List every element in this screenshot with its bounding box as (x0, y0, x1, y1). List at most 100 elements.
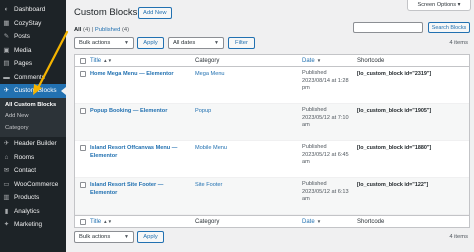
shortcode-column-header: Shortcode (357, 57, 385, 64)
sidebar-item-marketing[interactable]: ✦ Marketing (0, 218, 66, 232)
date-status: Published (302, 181, 327, 187)
sidebar-item-dashboard[interactable]: ◐ Dashboard (0, 3, 66, 17)
block-title-link[interactable]: Home Mega Menu — Elementor (90, 70, 195, 78)
row-checkbox[interactable] (79, 182, 86, 188)
chevron-down-icon: ▼ (124, 234, 129, 240)
shortcode-column-footer: Shortcode (357, 218, 385, 225)
marketing-icon: ✦ (3, 221, 10, 229)
sidebar-item-label: Dashboard (14, 6, 46, 14)
block-title-link[interactable]: Popup Booking — Elementor (90, 107, 195, 115)
sort-icon: ▲▼ (103, 57, 113, 63)
screen-options-button[interactable]: Screen Options ▾ (407, 0, 471, 11)
select-all-checkbox-footer[interactable] (79, 218, 86, 225)
sidebar-item-label: Contact (14, 167, 37, 175)
sidebar-item-label: Analytics (14, 207, 40, 215)
submenu-all-custom-blocks[interactable]: All Custom Blocks (0, 100, 66, 112)
comments-icon: ▬ (3, 73, 10, 81)
category-link[interactable]: Popup (195, 107, 302, 115)
filter-button[interactable]: Filter (228, 37, 255, 49)
search-input[interactable] (353, 22, 423, 33)
sidebar-item-woocommerce[interactable]: ▭ WooCommerce (0, 178, 66, 192)
sidebar-item-media[interactable]: ▣ Media (0, 44, 66, 58)
rooms-icon: ⌂ (4, 153, 9, 161)
sidebar-item-pages[interactable]: ▤ Pages (0, 57, 66, 71)
apply-button-bottom[interactable]: Apply (137, 231, 164, 243)
items-count-bottom: 4 items (449, 234, 468, 240)
sidebar-item-contact[interactable]: ✉ Contact (0, 164, 66, 178)
sidebar-item-header-builder[interactable]: ✈ Header Builder (0, 137, 66, 151)
date-column-footer[interactable]: Date (302, 219, 315, 225)
status-filter-links: All (4) | Published (4) (74, 27, 129, 33)
filter-published-count: (4) (121, 27, 130, 33)
custom-blocks-submenu: All Custom Blocks Add New Category (0, 97, 66, 137)
bulk-actions-select-bottom[interactable]: Bulk actions ▼ (74, 231, 134, 243)
sidebar-item-analytics[interactable]: ▮ Analytics (0, 205, 66, 219)
chevron-down-icon: ▼ (124, 40, 129, 46)
block-title-link[interactable]: Island Resort Site Footer — Elementor (90, 181, 195, 197)
row-checkbox[interactable] (79, 108, 86, 114)
sidebar-item-label: WooCommerce (14, 180, 59, 188)
date-column-header[interactable]: Date (302, 58, 315, 64)
sidebar-item-rooms[interactable]: ⌂ Rooms (0, 151, 66, 165)
date-status: Published (302, 107, 327, 113)
category-column-header: Category (195, 57, 220, 64)
date-filter-select[interactable]: All dates ▼ (168, 37, 224, 49)
date-filter-value: All dates (173, 40, 196, 46)
title-column-header[interactable]: Title (90, 58, 101, 64)
table-row: Popup Booking — Elementor Popup Published 2… (75, 104, 469, 141)
bulk-actions-select[interactable]: Bulk actions ▼ (74, 37, 134, 49)
sidebar-item-label: Posts (14, 33, 30, 41)
pages-icon: ▤ (3, 60, 10, 68)
category-column-footer: Category (195, 218, 220, 225)
date-value: 2023/08/14 at 1:28 pm (302, 77, 349, 92)
contact-icon: ✉ (3, 167, 10, 175)
header-builder-icon: ✈ (3, 140, 10, 148)
sort-down-icon: ▼ (316, 57, 322, 63)
sidebar-item-label: Comments (14, 73, 45, 81)
bulk-actions-value: Bulk actions (79, 234, 111, 240)
add-new-button[interactable]: Add New (138, 7, 172, 19)
filter-all-link[interactable]: All (74, 27, 81, 33)
sidebar-item-custom-blocks[interactable]: ✈ Custom Blocks (0, 84, 66, 98)
media-icon: ▣ (3, 46, 10, 54)
bulk-actions-value: Bulk actions (79, 40, 111, 46)
sidebar-item-posts[interactable]: ✎ Posts (0, 30, 66, 44)
sidebar-item-cozystay[interactable]: ▦ CozyStay (0, 17, 66, 31)
row-checkbox[interactable] (79, 71, 86, 77)
custom-blocks-icon: ✈ (3, 87, 10, 95)
posts-icon: ✎ (3, 33, 10, 41)
search-blocks-button[interactable]: Search Blocks (428, 22, 470, 33)
category-link[interactable]: Site Footer (195, 181, 302, 189)
date-status: Published (302, 144, 327, 150)
category-link[interactable]: Mega Menu (195, 70, 302, 78)
sidebar-item-comments[interactable]: ▬ Comments (0, 71, 66, 85)
title-column-footer[interactable]: Title (90, 219, 101, 225)
select-all-checkbox[interactable] (79, 57, 86, 64)
table-row: Island Resort Site Footer — Elementor Sit… (75, 178, 469, 215)
block-title-link[interactable]: Island Resort Offcanvas Menu — Elementor (90, 144, 195, 160)
woocommerce-icon: ▭ (3, 180, 10, 188)
row-checkbox[interactable] (79, 145, 86, 151)
submenu-category[interactable]: Category (0, 123, 66, 135)
date-status: Published (302, 70, 327, 76)
sidebar-item-products[interactable]: ▥ Products (0, 191, 66, 205)
apply-button[interactable]: Apply (137, 37, 164, 49)
date-value: 2023/05/12 at 6:13 am (302, 188, 349, 203)
filter-published-link[interactable]: Published (95, 27, 120, 33)
sort-down-icon: ▼ (316, 218, 322, 224)
date-value: 2023/05/12 at 6:45 am (302, 151, 349, 166)
submenu-add-new[interactable]: Add New (0, 111, 66, 123)
sidebar-item-label: Pages (14, 60, 33, 68)
sidebar-item-label: Marketing (14, 221, 43, 229)
filter-all-count: (4) (83, 27, 91, 33)
products-icon: ▥ (3, 194, 10, 202)
analytics-icon: ▮ (4, 207, 9, 215)
main-content: Screen Options ▾ Custom Blocks Add New A… (66, 0, 474, 252)
dashboard-icon: ◐ (4, 6, 9, 14)
page-title: Custom Blocks (74, 7, 138, 18)
category-link[interactable]: Mobile Menu (195, 144, 302, 152)
chevron-down-icon: ▼ (214, 40, 219, 46)
sidebar-item-label: Products (14, 194, 40, 202)
items-count: 4 items (449, 40, 468, 46)
cozystay-icon: ▦ (3, 19, 10, 27)
